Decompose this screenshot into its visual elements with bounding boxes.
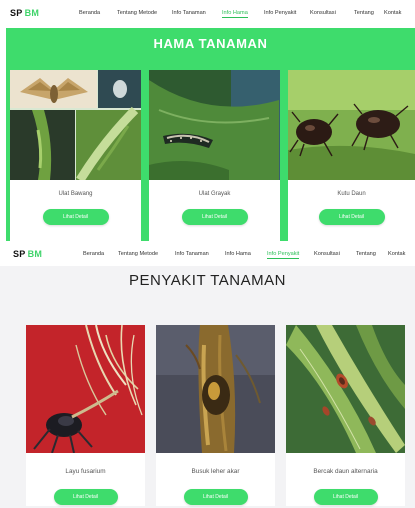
- hama-page-screenshot: SP BM Beranda Tentang Metode Info Tanaman…: [0, 0, 415, 241]
- nav-link-beranda[interactable]: Beranda: [79, 10, 100, 16]
- nav-link-beranda[interactable]: Beranda: [83, 251, 104, 257]
- pest-card: Kutu Daun Lihat Detail: [288, 70, 415, 241]
- top-navbar: SP BM Beranda Tentang Metode Info Tanaman…: [0, 0, 415, 28]
- nav-link-info-hama[interactable]: Info Hama: [222, 10, 248, 18]
- lihat-detail-button[interactable]: Lihat Detail: [181, 209, 248, 225]
- lihat-detail-button[interactable]: Lihat Detail: [53, 489, 118, 505]
- disease-card: Busuk leher akar Lihat Detail: [156, 325, 275, 506]
- pest-name: Ulat Bawang: [58, 191, 93, 197]
- disease-image-bercak-daun-alternaria[interactable]: [286, 325, 405, 453]
- nav-link-tentang-metode[interactable]: Tentang Metode: [118, 251, 158, 257]
- pest-name: Kutu Daun: [337, 191, 366, 197]
- nav-link-info-tanaman[interactable]: Info Tanaman: [172, 10, 206, 16]
- disease-name: Busuk leher akar: [191, 468, 240, 475]
- lihat-detail-button[interactable]: Lihat Detail: [42, 209, 109, 225]
- nav-link-info-hama[interactable]: Info Hama: [225, 251, 251, 257]
- nav-link-konsultasi[interactable]: Konsultasi: [310, 10, 336, 16]
- lihat-detail-button[interactable]: Lihat Detail: [313, 489, 378, 505]
- page-title: HAMA TANAMAN: [153, 36, 268, 51]
- nav-link-info-tanaman[interactable]: Info Tanaman: [175, 251, 209, 257]
- pest-image-ulat-bawang[interactable]: [10, 70, 141, 180]
- disease-image-layu-fusarium[interactable]: [26, 325, 145, 453]
- disease-image-busuk-leher-akar[interactable]: [156, 325, 275, 453]
- pest-card: Ulat Bawang Lihat Detail: [10, 70, 141, 241]
- nav-link-kontak[interactable]: Kontak: [384, 10, 401, 16]
- disease-name: Bercak daun alternaria: [313, 468, 378, 475]
- pest-card: Ulat Grayak Lihat Detail: [149, 70, 280, 241]
- pest-image-kutu-daun[interactable]: [288, 70, 415, 180]
- lihat-detail-button[interactable]: Lihat Detail: [183, 489, 248, 505]
- brand-logo[interactable]: SP BM: [10, 8, 39, 18]
- top-navbar: SP BM Beranda Tentang Metode Info Tanaman…: [0, 241, 415, 266]
- penyakit-page-screenshot: SP BM Beranda Tentang Metode Info Tanaman…: [0, 241, 415, 508]
- nav-link-konsultasi[interactable]: Konsultasi: [314, 251, 340, 257]
- brand-logo[interactable]: SP BM: [13, 249, 42, 259]
- nav-link-kontak[interactable]: Kontak: [388, 251, 405, 257]
- disease-card: Layu fusarium Lihat Detail: [26, 325, 145, 506]
- lihat-detail-button[interactable]: Lihat Detail: [318, 209, 385, 225]
- pest-image-ulat-grayak[interactable]: [149, 70, 280, 180]
- page-title: PENYAKIT TANAMAN: [129, 272, 286, 289]
- nav-link-tentang[interactable]: Tentang: [356, 251, 376, 257]
- pest-name: Ulat Grayak: [198, 191, 231, 197]
- nav-link-tentang-metode[interactable]: Tentang Metode: [117, 10, 157, 16]
- nav-link-tentang[interactable]: Tentang: [354, 10, 374, 16]
- disease-card: Bercak daun alternaria Lihat Detail: [286, 325, 405, 506]
- hama-hero-section: HAMA TANAMAN Ulat Bawang Lihat Detail Ul…: [6, 28, 415, 241]
- nav-link-info-penyakit[interactable]: Info Penyakit: [267, 251, 300, 259]
- nav-link-info-penyakit[interactable]: Info Penyakit: [264, 10, 296, 16]
- disease-name: Layu fusarium: [65, 468, 106, 475]
